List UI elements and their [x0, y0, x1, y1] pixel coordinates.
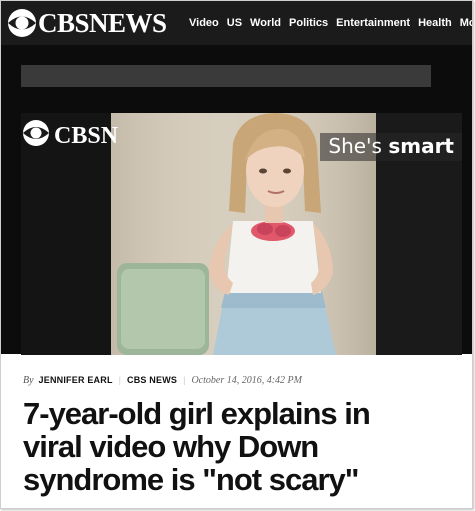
headline-line: viral video why Down	[23, 429, 319, 464]
nav-item-us[interactable]: US	[227, 17, 242, 29]
byline-divider: |	[118, 375, 121, 385]
caption-strong-word: smart	[388, 134, 454, 158]
article-page: CBSNEWS Video US World Politics Entertai…	[0, 0, 473, 509]
article-headline: 7-year-old girl explains in viral video …	[23, 397, 463, 496]
nav-item-world[interactable]: World	[250, 17, 281, 29]
nav-item-moneywatch[interactable]: MoneyW	[460, 17, 472, 29]
headline-line: syndrome is "not scary"	[23, 462, 359, 497]
caption-prefix: She's	[328, 134, 389, 158]
video-section: She's smart CBSN	[1, 45, 472, 355]
nav-item-politics[interactable]: Politics	[289, 17, 328, 29]
byline-prefix: By	[23, 374, 34, 386]
video-player[interactable]: She's smart CBSN	[21, 113, 462, 355]
top-navigation-bar: CBSNEWS Video US World Politics Entertai…	[1, 1, 472, 45]
cbs-eye-icon	[8, 9, 36, 37]
author-link[interactable]: JENNIFER EARL	[39, 375, 113, 385]
nav-menu: Video US World Politics Entertainment He…	[189, 1, 472, 45]
headline-line: 7-year-old girl explains in	[23, 396, 371, 431]
nav-item-video[interactable]: Video	[189, 17, 219, 29]
nav-item-entertainment[interactable]: Entertainment	[336, 17, 410, 29]
video-caption-overlay: She's smart	[320, 133, 462, 161]
byline-divider: |	[183, 375, 186, 385]
logo-text: CBSNEWS	[38, 8, 167, 38]
ad-placeholder-bar	[21, 65, 431, 87]
article-byline: By JENNIFER EARL | CBS NEWS | October 14…	[23, 373, 302, 387]
watermark-text: CBSN	[54, 123, 119, 149]
nav-item-health[interactable]: Health	[418, 17, 452, 29]
cbs-eye-watermark-icon: CBSN	[23, 120, 119, 149]
source-label: CBS NEWS	[127, 375, 178, 385]
publish-date: October 14, 2016, 4:42 PM	[191, 374, 302, 386]
cbs-news-logo[interactable]: CBSNEWS	[7, 7, 167, 39]
